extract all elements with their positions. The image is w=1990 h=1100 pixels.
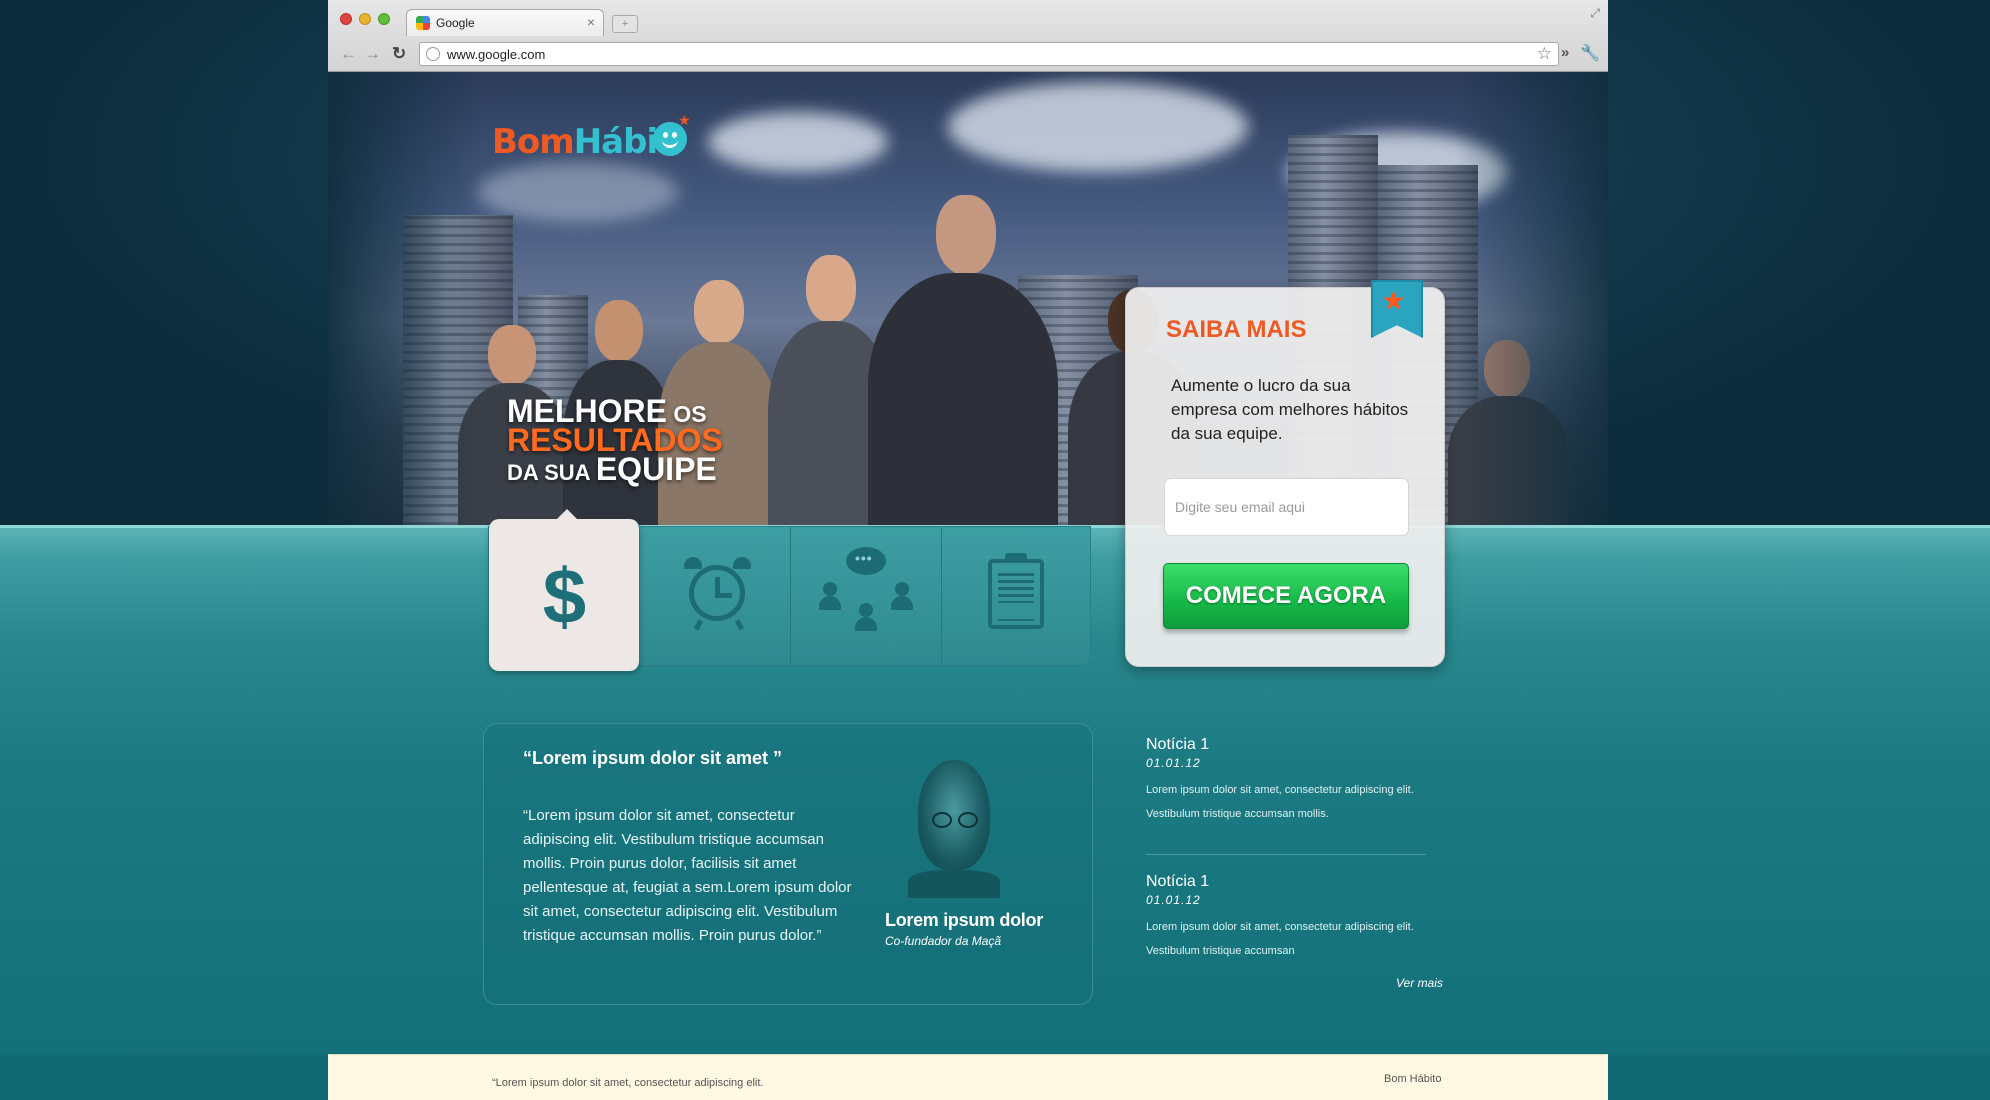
tab-title: Google <box>436 16 475 30</box>
logo-text-bom: Bom <box>492 122 575 162</box>
back-arrow-icon[interactable]: ← <box>340 44 357 64</box>
fullscreen-icon[interactable]: ⤢ <box>1590 6 1600 21</box>
signup-description: Aumente o lucro da sua empresa com melho… <box>1171 376 1409 443</box>
wrench-icon[interactable]: 🔧 <box>1580 43 1600 63</box>
news-body: Lorem ipsum dolor sit amet, consectetur … <box>1146 784 1414 820</box>
dollar-icon: $ <box>542 552 587 640</box>
clock-hand <box>715 593 732 598</box>
clipboard-clip <box>1005 553 1027 563</box>
forward-arrow-icon[interactable]: → <box>364 44 381 64</box>
google-favicon-icon <box>416 16 430 30</box>
brand-logo[interactable]: BomHábit <box>492 122 673 162</box>
start-now-button[interactable]: COMECE AGORA <box>1163 563 1409 629</box>
tab-financial[interactable]: $ <box>489 509 640 671</box>
testimonial-quote: “Lorem ipsum dolor sit amet, consectetur… <box>523 807 852 944</box>
browser-chrome: Google × + ⤢ ← → ↻ www.google.com ☆ » 🔧 <box>328 0 1608 72</box>
tab-reports[interactable] <box>942 527 1093 667</box>
author-name: Lorem ipsum dolor <box>885 910 1043 930</box>
footer: “Lorem ipsum dolor sit amet, consectetur… <box>328 1054 1608 1100</box>
testimonial-title: “Lorem ipsum dolor sit amet ” <box>523 748 783 768</box>
news-body: Lorem ipsum dolor sit amet, consectetur … <box>1146 921 1414 957</box>
minimize-window-button[interactable] <box>359 13 371 25</box>
address-bar[interactable]: www.google.com ☆ <box>419 42 1559 66</box>
footer-brand: Bom Hábito <box>1384 1073 1442 1085</box>
hero-headline: MELHORE OS RESULTADOS DA SUA EQUIPE <box>507 395 723 485</box>
clock-leg <box>693 619 704 631</box>
news-title[interactable]: Notícia 1 <box>1146 873 1209 891</box>
news-date: 01.01.12 <box>1146 756 1201 770</box>
new-tab-button[interactable]: + <box>612 15 638 33</box>
news-list: Notícia 1 01.01.12 Lorem ipsum dolor sit… <box>1146 736 1446 972</box>
headline-equipe: EQUIPE <box>595 451 717 487</box>
alarm-bell-right <box>733 557 751 569</box>
author-portrait <box>908 760 1000 898</box>
tab-close-icon[interactable]: × <box>587 14 595 30</box>
email-field[interactable] <box>1164 478 1409 536</box>
browser-tab[interactable]: Google × <box>406 9 604 36</box>
logo-star-icon: ★ <box>678 112 691 128</box>
alarm-bell-left <box>684 557 702 569</box>
headline-da-sua: DA SUA <box>507 460 596 485</box>
author-role: Co-fundador da Maçã <box>885 934 1002 948</box>
testimonial-card: “Lorem ipsum dolor sit amet ” “Lorem ips… <box>483 723 1093 1005</box>
news-item[interactable]: Notícia 1 01.01.12 Lorem ipsum dolor sit… <box>1146 736 1446 854</box>
signup-title: SAIBA MAIS <box>1166 316 1307 343</box>
bookmark-star-icon[interactable]: ☆ <box>1537 44 1552 64</box>
footer-text: “Lorem ipsum dolor sit amet, consectetur… <box>492 1077 764 1089</box>
see-more-link[interactable]: Ver mais <box>1396 976 1443 990</box>
news-title[interactable]: Notícia 1 <box>1146 736 1209 754</box>
zoom-window-button[interactable] <box>378 13 390 25</box>
tab-time[interactable] <box>640 527 791 667</box>
reload-icon[interactable]: ↻ <box>392 44 406 64</box>
star-icon: ★ <box>1381 285 1407 316</box>
chat-dots: ••• <box>855 550 873 566</box>
clock-leg <box>734 619 745 631</box>
globe-icon <box>426 47 440 61</box>
clipboard-graph <box>998 609 1034 621</box>
news-item[interactable]: Notícia 1 01.01.12 Lorem ipsum dolor sit… <box>1146 854 1426 972</box>
news-date: 01.01.12 <box>1146 893 1201 907</box>
signup-card: ★ SAIBA MAIS Aumente o lucro da sua empr… <box>1125 280 1445 667</box>
close-window-button[interactable] <box>340 13 352 25</box>
tab-team[interactable]: ••• <box>791 527 942 667</box>
clipboard-lines <box>998 573 1034 603</box>
url-text[interactable]: www.google.com <box>447 47 545 62</box>
feature-tabs: $ ••• <box>488 509 1093 671</box>
extensions-chevron-icon[interactable]: » <box>1561 44 1569 61</box>
